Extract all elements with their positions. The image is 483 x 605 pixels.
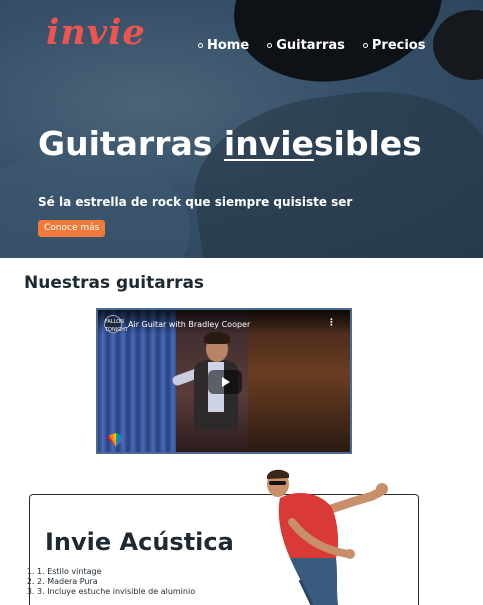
- play-button[interactable]: [208, 370, 242, 394]
- invie-logo[interactable]: invie: [46, 12, 146, 53]
- conoce-mas-button[interactable]: Conoce más: [38, 220, 106, 237]
- list-item: 1. Estilo vintage: [37, 567, 195, 577]
- nav-item-precios[interactable]: Precios: [362, 38, 426, 53]
- hero-title-end: sibles: [313, 124, 422, 163]
- air-guitar-person-image: [267, 469, 388, 605]
- hero-background-shape: [183, 75, 483, 258]
- nav-item-label: Precios: [371, 38, 426, 53]
- bullet-icon: [362, 43, 368, 48]
- list-item: 2. Madera Pura: [37, 577, 195, 587]
- section-title: Nuestras guitarras: [24, 273, 205, 293]
- nbc-peacock-icon: [107, 433, 125, 447]
- hero-background-shape: [433, 10, 483, 80]
- hero-title-emphasis: invie: [223, 124, 314, 163]
- bullet-icon: [198, 43, 203, 48]
- guitar-feature-list: 1. Estilo vintage 2. Madera Pura 3. Incl…: [37, 567, 195, 597]
- main-nav: Home Guitarras Precios: [198, 38, 425, 53]
- bullet-icon: [267, 43, 273, 48]
- nav-item-home[interactable]: Home: [198, 38, 249, 53]
- nav-item-label: Home: [207, 38, 250, 53]
- list-item: 3. Incluye estuche invisible de aluminio: [37, 587, 195, 597]
- nav-item-guitarras[interactable]: Guitarras: [267, 38, 345, 53]
- hero-subtitle: Sé la estrella de rock que siempre quisi…: [38, 195, 353, 209]
- guitar-card-title: Invie Acústica: [45, 528, 234, 556]
- video-title[interactable]: Air Guitar with Bradley Cooper: [128, 320, 250, 329]
- nav-item-label: Guitarras: [276, 38, 345, 53]
- channel-avatar-icon[interactable]: FALLON TONIGHT: [104, 315, 128, 333]
- hero-title: Guitarras inviesibles: [38, 124, 422, 163]
- video-embed[interactable]: FALLON TONIGHT Air Guitar with Bradley C…: [96, 308, 352, 454]
- more-options-icon[interactable]: ⋮: [327, 318, 336, 328]
- hero-title-start: Guitarras: [38, 124, 224, 163]
